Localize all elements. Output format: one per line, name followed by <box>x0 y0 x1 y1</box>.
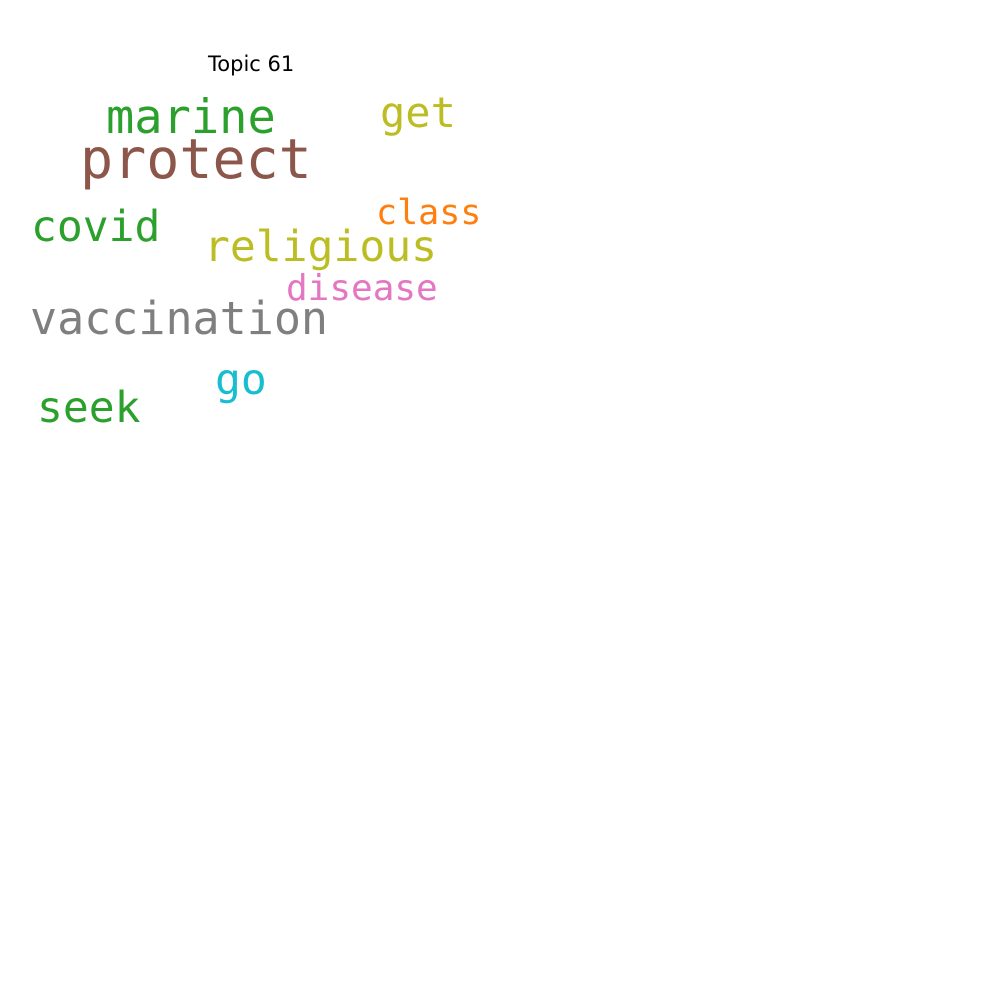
word-seek: seek <box>37 383 141 433</box>
word-cloud: marine protect get covid class religious… <box>0 0 1000 1000</box>
word-go: go <box>215 355 267 405</box>
word-vaccination: vaccination <box>30 292 329 345</box>
word-religious: religious <box>204 222 437 272</box>
word-covid: covid <box>31 202 161 252</box>
word-protect: protect <box>80 127 312 191</box>
word-get: get <box>380 88 456 137</box>
